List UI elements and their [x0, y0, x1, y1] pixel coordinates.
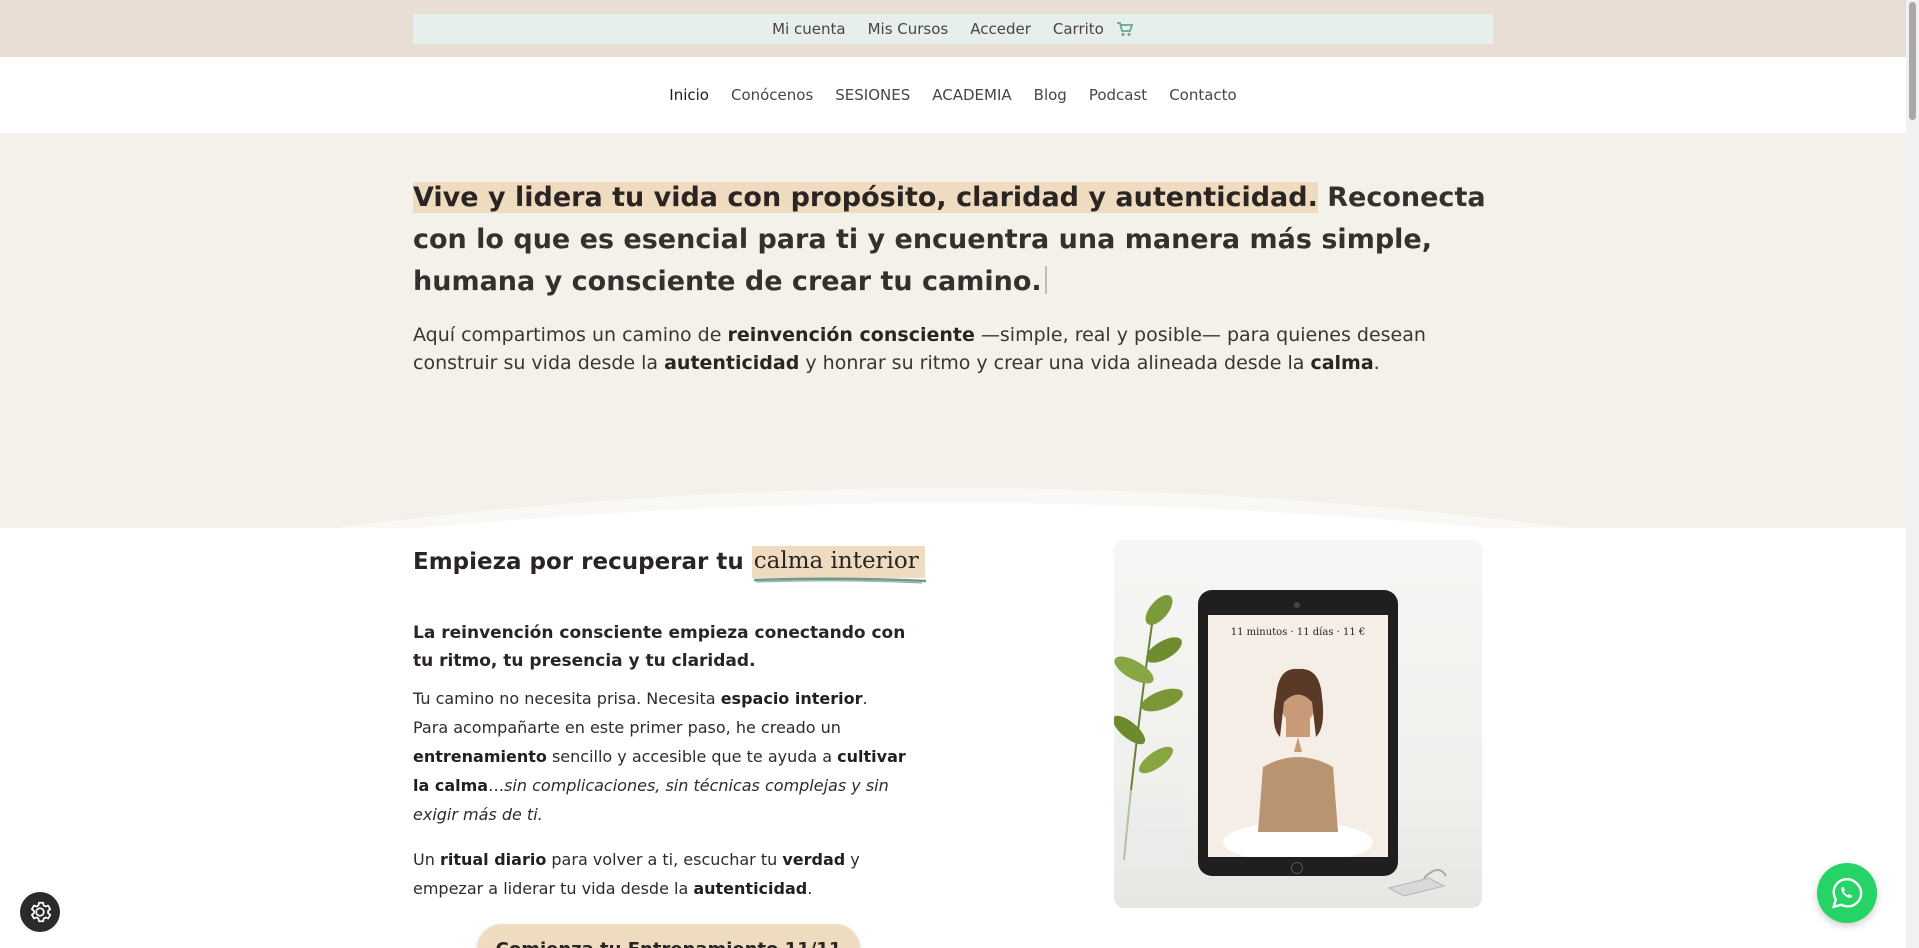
nav-item-contacto[interactable]: Contacto: [1169, 86, 1237, 104]
section-title-highlight: calma interior: [751, 546, 926, 584]
training-product-image: 11 minutos · 11 días · 11 €: [1114, 540, 1482, 908]
para-text: Tu camino no necesita prisa. Necesita: [413, 689, 721, 708]
typing-cursor: [1044, 266, 1047, 294]
nav-item-inicio[interactable]: Inicio: [669, 86, 709, 104]
nav-item-podcast[interactable]: Podcast: [1089, 86, 1147, 104]
start-training-button[interactable]: Comienza tu Entrenamiento 11/11: [477, 924, 860, 948]
hero-sub-bold: reinvención consciente: [727, 324, 975, 346]
section-title-text: Empieza por recuperar tu: [413, 549, 744, 575]
section-lead: La reinvención consciente empieza conect…: [413, 623, 906, 671]
whatsapp-icon: [1832, 878, 1863, 909]
main-nav: Inicio Conócenos SESIONES ACADEMIA Blog …: [0, 57, 1906, 133]
product-caption: 11 minutos · 11 días · 11 €: [1230, 627, 1366, 638]
para-bold: autenticidad: [693, 879, 808, 898]
hero-sub-text: Aquí compartimos un camino de: [413, 324, 728, 346]
para-text: para volver a ti, escuchar tu: [546, 850, 783, 869]
para-text: .: [807, 879, 813, 898]
binder-clip-illustration: [1387, 869, 1447, 897]
account-menu: Mi cuenta Mis Cursos Acceder Carrito: [413, 14, 1493, 44]
para-text: Un: [413, 850, 440, 869]
gear-icon: [31, 901, 52, 923]
nav-item-sesiones[interactable]: SESIONES: [835, 86, 910, 104]
scrollbar-thumb[interactable]: [1909, 2, 1916, 120]
brush-underline: [753, 577, 926, 584]
login-link[interactable]: Acceder: [970, 20, 1031, 38]
section-title: Empieza por recuperar tu calma interior: [413, 546, 926, 584]
para-text: Para acompañarte en este primer paso, he…: [413, 718, 841, 737]
hero-wave-divider: [334, 488, 1572, 528]
my-account-link[interactable]: Mi cuenta: [772, 20, 845, 38]
para-bold: verdad: [782, 850, 846, 869]
page-scrollbar[interactable]: [1906, 0, 1919, 948]
whatsapp-chat-button[interactable]: [1817, 863, 1877, 923]
section-paragraph-1: Tu camino no necesita prisa. Necesita es…: [413, 684, 923, 829]
section-title-highlight-text: calma interior: [753, 548, 919, 574]
para-text: …: [488, 776, 505, 795]
tablet-camera: [1294, 602, 1300, 608]
cookie-settings-button[interactable]: [20, 892, 60, 932]
nav-item-blog[interactable]: Blog: [1034, 86, 1067, 104]
section-paragraph-2: Un ritual diario para volver a ti, escuc…: [413, 845, 923, 903]
meditating-woman-illustration: [1223, 668, 1373, 857]
hero-sub-text: y honrar su ritmo y crear una vida aline…: [799, 352, 1311, 374]
hero-subtitle: Aquí compartimos un camino de reinvenció…: [413, 321, 1503, 377]
hero-sub-bold: calma: [1310, 352, 1374, 374]
para-text: .: [862, 689, 868, 708]
hero-title: Vive y lidera tu vida con propósito, cla…: [413, 177, 1503, 303]
tablet-device: 11 minutos · 11 días · 11 €: [1198, 590, 1398, 876]
para-bold: espacio interior: [720, 689, 863, 708]
cart-icon[interactable]: [1116, 21, 1134, 37]
para-bold: entrenamiento: [413, 747, 547, 766]
cart-link[interactable]: Carrito: [1053, 20, 1104, 38]
tablet-home-button: [1291, 862, 1303, 874]
top-bar: Mi cuenta Mis Cursos Acceder Carrito: [0, 0, 1906, 57]
hero-section: Vive y lidera tu vida con propósito, cla…: [0, 133, 1906, 528]
nav-item-academia[interactable]: ACADEMIA: [932, 86, 1011, 104]
hero-title-highlight: Vive y lidera tu vida con propósito, cla…: [413, 182, 1318, 213]
tablet-screen: 11 minutos · 11 días · 11 €: [1208, 615, 1388, 857]
hero-sub-bold: autenticidad: [664, 352, 800, 374]
para-bold: ritual diario: [439, 850, 547, 869]
hero-sub-text: .: [1373, 352, 1380, 374]
my-courses-link[interactable]: Mis Cursos: [868, 20, 949, 38]
nav-item-conocenos[interactable]: Conócenos: [731, 86, 813, 104]
plant-leaves-illustration: [1114, 595, 1184, 865]
para-text: sencillo y accesible que te ayuda a: [546, 747, 838, 766]
